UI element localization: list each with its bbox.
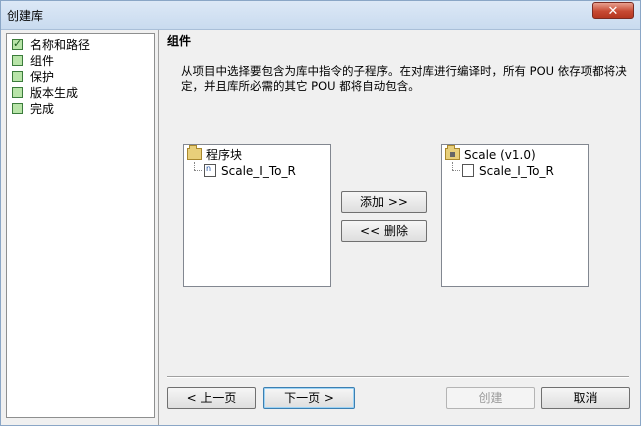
create-button[interactable]: 创建 [446, 387, 535, 409]
step-label: 完成 [30, 102, 55, 116]
close-icon: ✕ [607, 4, 619, 19]
tree-connector [194, 170, 202, 171]
footer-divider [167, 376, 629, 378]
tree-node-scale-library[interactable]: Scale (v1.0) [445, 145, 585, 163]
step-label: 名称和路径 [30, 38, 91, 52]
tree-node-label: Scale_I_To_R [479, 164, 554, 178]
next-button[interactable]: 下一页 > [263, 387, 355, 409]
content-pane: 组件 从项目中选择要包含为库中指令的子程序。在对库进行编译时，所有 POU 依存… [158, 30, 640, 425]
add-button[interactable]: 添加 >> [341, 191, 427, 213]
tree-connector [452, 162, 453, 170]
library-components-list[interactable]: Scale (v1.0) Scale_I_To_R [441, 144, 589, 287]
checkbox-icon [12, 55, 23, 66]
tree-node-label: Scale (v1.0) [464, 148, 536, 162]
create-library-dialog: 创建库 ✕ 名称和路径 组件 保护 版本生成 完成 组件 从项目中选择要包含为库… [0, 0, 641, 426]
tree-connector [194, 162, 195, 170]
tree-node-scale-i-to-r[interactable]: Scale_I_To_R [204, 161, 324, 179]
subroutine-icon [204, 161, 216, 177]
checkbox-checked-icon [12, 36, 23, 52]
available-pou-list[interactable]: 程序块 Scale_I_To_R [183, 144, 331, 287]
document-icon [462, 164, 474, 177]
step-label: 版本生成 [30, 86, 79, 100]
wizard-step-tree: 名称和路径 组件 保护 版本生成 完成 [6, 33, 155, 418]
title-bar: 创建库 ✕ [1, 1, 640, 30]
folder-icon [187, 145, 202, 160]
window-title: 创建库 [7, 9, 44, 23]
close-button[interactable]: ✕ [592, 2, 634, 19]
cancel-button[interactable]: 取消 [541, 387, 630, 409]
tree-node-label: 程序块 [206, 148, 243, 162]
page-description: 从项目中选择要包含为库中指令的子程序。在对库进行编译时，所有 POU 依存项都将… [181, 64, 627, 93]
library-folder-icon [445, 145, 460, 160]
previous-button[interactable]: < 上一页 [167, 387, 256, 409]
tree-node-label: Scale_I_To_R [221, 164, 296, 178]
page-title: 组件 [167, 34, 192, 48]
tree-connector [452, 170, 460, 171]
tree-node-scale-i-to-r[interactable]: Scale_I_To_R [462, 163, 582, 179]
remove-button[interactable]: << 删除 [341, 220, 427, 242]
checkbox-icon [12, 103, 23, 114]
checkbox-icon [12, 71, 23, 82]
checkbox-icon [12, 87, 23, 98]
step-label: 保护 [30, 70, 55, 84]
step-label: 组件 [30, 54, 55, 68]
